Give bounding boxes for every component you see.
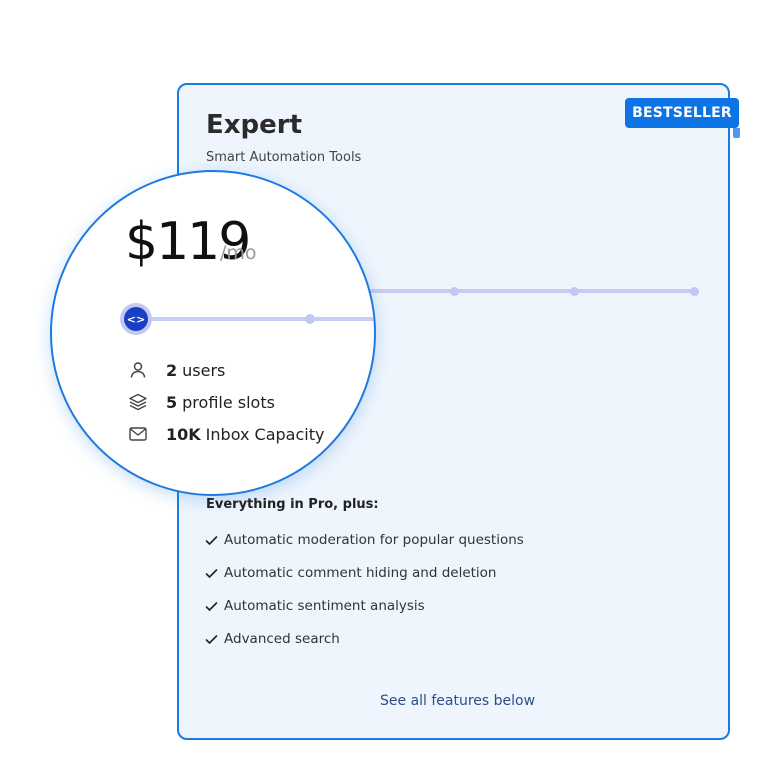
stat-label: Inbox Capacity [205,424,325,444]
stat-value: 2 [166,360,178,380]
slider-handle[interactable]: <> [124,307,148,331]
stat-users: 2 users [128,360,225,380]
stat-value: 5 [166,392,178,412]
checkmark-icon [205,601,218,611]
feature-text: Automatic moderation for popular questio… [224,532,524,548]
badge-ribbon-tab [733,128,740,138]
stat-inbox-capacity: 10K Inbox Capacity [128,424,324,444]
stat-label: users [182,360,226,380]
stat-profile-slots: 5 profile slots [128,392,275,412]
feature-text: Automatic comment hiding and deletion [224,565,497,581]
feature-item: Automatic comment hiding and deletion [205,565,496,581]
feature-item: Automatic sentiment analysis [205,598,425,614]
checkmark-icon [205,568,218,578]
code-arrows-icon: <> [126,312,146,326]
slider-track[interactable] [132,317,374,321]
features-heading: Everything in Pro, plus: [206,497,379,512]
feature-item: Automatic moderation for popular questio… [205,532,524,548]
stat-value: 10K [166,424,201,444]
bestseller-badge: BESTSELLER [625,98,739,128]
see-all-features-link[interactable]: See all features below [380,693,535,709]
slider-step-dot[interactable] [690,286,699,296]
slider-step-dot[interactable] [570,286,579,296]
checkmark-icon [205,535,218,545]
feature-text: Automatic sentiment analysis [224,598,425,614]
checkmark-icon [205,634,218,644]
slider-step-dot[interactable] [305,314,315,324]
mail-icon [129,427,147,441]
slider-step-dot[interactable] [450,286,459,296]
price-period: /mo [220,242,257,264]
feature-item: Advanced search [205,631,340,647]
plan-title: Expert [206,110,303,140]
magnifier-lens: $119 /mo <> 2 users 5 profile slots 10K … [50,170,376,496]
plan-subtitle: Smart Automation Tools [206,150,362,165]
slider-track-background[interactable] [370,289,696,293]
user-icon [130,362,146,378]
stat-label: profile slots [182,392,275,412]
layers-icon [129,393,147,411]
feature-text: Advanced search [224,631,340,647]
